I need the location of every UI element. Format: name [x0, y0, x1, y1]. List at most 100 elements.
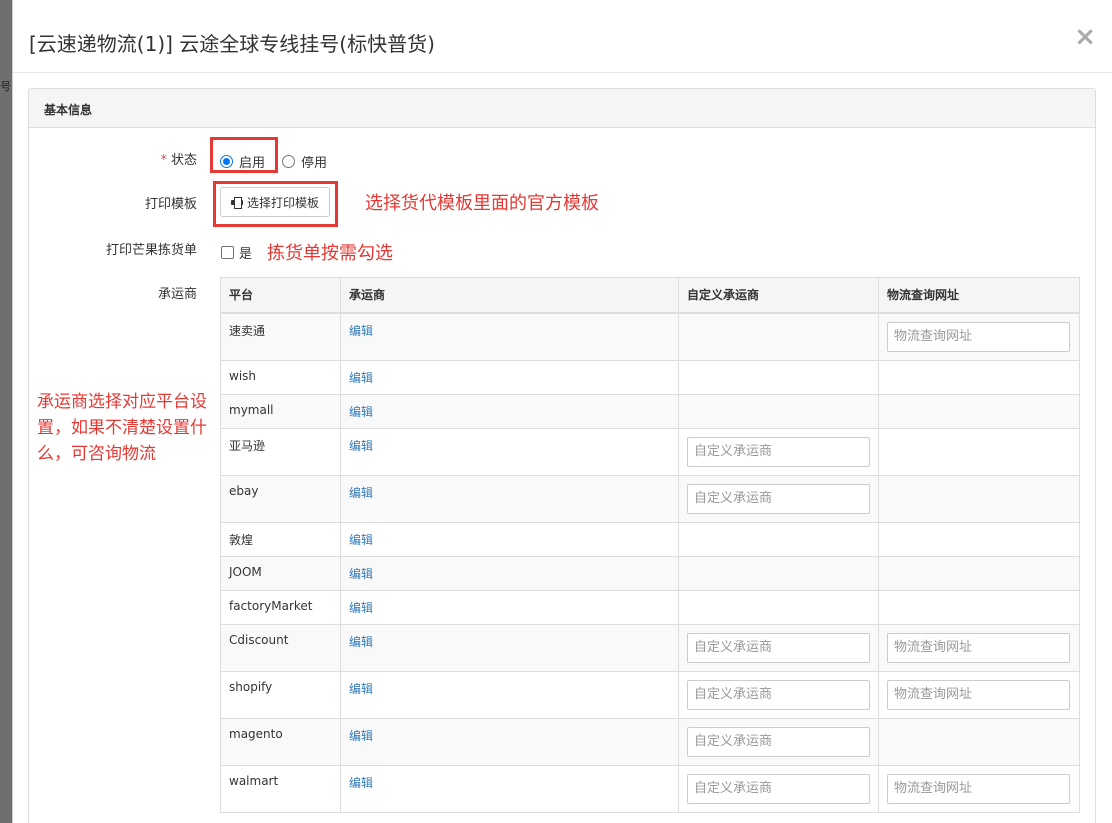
table-row: ebay 编辑 — [220, 474, 1080, 523]
tracking-url-cell — [878, 555, 1080, 591]
panel-heading: 基本信息 — [29, 89, 1095, 128]
custom-carrier-input[interactable] — [687, 483, 870, 514]
table-row: JOOM 编辑 — [220, 555, 1080, 591]
carrier-cell: 编辑 — [340, 623, 679, 672]
platform-cell: 速卖通 — [220, 312, 341, 361]
platform-cell: 敦煌 — [220, 521, 341, 557]
custom-carrier-cell — [678, 764, 879, 813]
table-row: shopify 编辑 — [220, 670, 1080, 719]
platform-cell: magento — [220, 717, 341, 766]
table-row: 亚马逊 编辑 — [220, 427, 1080, 476]
edit-carrier-link[interactable]: 编辑 — [349, 682, 373, 696]
tracking-url-cell — [878, 717, 1080, 766]
mango-checkbox[interactable]: 是 — [221, 243, 252, 262]
table-row: wish 编辑 — [220, 359, 1080, 395]
custom-carrier-input[interactable] — [687, 679, 870, 710]
tracking-url-input[interactable] — [887, 632, 1070, 663]
template-annotation: 选择货代模板里面的官方模板 — [365, 193, 599, 214]
status-enabled-label: 启用 — [239, 156, 266, 171]
custom-carrier-cell — [678, 670, 879, 719]
custom-carrier-cell — [678, 555, 879, 591]
table-row: 速卖通 编辑 — [220, 312, 1080, 361]
carrier-cell: 编辑 — [340, 359, 679, 395]
edit-carrier-link[interactable]: 编辑 — [349, 601, 373, 615]
table-row: Cdiscount 编辑 — [220, 623, 1080, 672]
mango-label: 打印芒果拣货单 — [105, 243, 197, 258]
platform-cell: mymall — [220, 393, 341, 429]
checkbox-icon — [221, 246, 234, 259]
edit-carrier-link[interactable]: 编辑 — [349, 439, 373, 453]
select-template-button-label: 选择打印模板 — [247, 195, 320, 210]
platform-cell: ebay — [220, 474, 341, 523]
radio-unchecked-icon — [282, 155, 295, 168]
carrier-cell: 编辑 — [340, 717, 679, 766]
platform-cell: shopify — [220, 670, 341, 719]
carrier-cell: 编辑 — [340, 474, 679, 523]
tracking-url-input[interactable] — [887, 321, 1070, 352]
tracking-url-cell — [878, 474, 1080, 523]
status-label-text: 状态 — [170, 153, 197, 168]
tracking-url-input[interactable] — [887, 773, 1070, 804]
edit-carrier-link[interactable]: 编辑 — [349, 635, 373, 649]
tracking-url-cell — [878, 670, 1080, 719]
edit-carrier-link[interactable]: 编辑 — [349, 405, 373, 419]
custom-carrier-cell — [678, 589, 879, 625]
custom-carrier-input[interactable] — [687, 632, 870, 663]
col-tracking-url: 物流查询网址 — [878, 277, 1080, 314]
carrier-table-body: 速卖通编辑wish编辑mymall编辑亚马逊编辑ebay编辑敦煌编辑JOOM编辑… — [220, 312, 1080, 813]
platform-cell: walmart — [220, 764, 341, 813]
carrier-cell: 编辑 — [340, 521, 679, 557]
edit-carrier-link[interactable]: 编辑 — [349, 371, 373, 385]
carrier-cell: 编辑 — [340, 555, 679, 591]
tracking-url-input[interactable] — [887, 679, 1070, 710]
custom-carrier-cell — [678, 521, 879, 557]
carrier-cell: 编辑 — [340, 670, 679, 719]
printer-icon — [231, 197, 243, 209]
custom-carrier-input[interactable] — [687, 726, 870, 757]
carrier-cell: 编辑 — [340, 312, 679, 361]
custom-carrier-input[interactable] — [687, 773, 870, 804]
radio-checked-icon — [220, 155, 233, 168]
carrier-annotation: 承运商选择对应平台设置，如果不清楚设置什么，可咨询物流 — [37, 392, 207, 464]
table-row: magento 编辑 — [220, 717, 1080, 766]
col-carrier: 承运商 — [340, 277, 679, 314]
edit-carrier-link[interactable]: 编辑 — [349, 324, 373, 338]
tracking-url-cell — [878, 393, 1080, 429]
col-custom-carrier: 自定义承运商 — [678, 277, 879, 314]
edit-carrier-link[interactable]: 编辑 — [349, 729, 373, 743]
template-label: 打印模板 — [144, 197, 197, 212]
carrier-cell: 编辑 — [340, 393, 679, 429]
custom-carrier-input[interactable] — [687, 436, 870, 467]
table-row: walmart 编辑 — [220, 764, 1080, 813]
platform-cell: 亚马逊 — [220, 427, 341, 476]
modal-header: [云速递物流(1)] 云途全球专线挂号(标快普货) × — [13, 0, 1112, 73]
status-disabled-label: 停用 — [301, 156, 328, 171]
tracking-url-cell — [878, 427, 1080, 476]
status-enabled-radio[interactable]: 启用 — [220, 152, 265, 171]
tracking-url-cell — [878, 764, 1080, 813]
custom-carrier-cell — [678, 393, 879, 429]
select-template-button[interactable]: 选择打印模板 — [220, 187, 331, 217]
table-row: 敦煌 编辑 — [220, 521, 1080, 557]
picking-annotation: 拣货单按需勾选 — [267, 243, 393, 264]
table-row: mymall 编辑 — [220, 393, 1080, 429]
modal-title: [云速递物流(1)] 云途全球专线挂号(标快普货) — [29, 32, 435, 56]
custom-carrier-cell — [678, 427, 879, 476]
carrier-cell: 编辑 — [340, 589, 679, 625]
close-icon[interactable]: × — [1074, 24, 1096, 50]
custom-carrier-cell — [678, 717, 879, 766]
edit-carrier-link[interactable]: 编辑 — [349, 533, 373, 547]
custom-carrier-cell — [678, 312, 879, 361]
col-platform: 平台 — [220, 277, 341, 314]
status-label: * 状态 — [57, 149, 197, 168]
edit-carrier-link[interactable]: 编辑 — [349, 776, 373, 790]
custom-carrier-cell — [678, 359, 879, 395]
platform-cell: JOOM — [220, 555, 341, 591]
edit-carrier-link[interactable]: 编辑 — [349, 486, 373, 500]
status-disabled-radio[interactable]: 停用 — [282, 152, 327, 171]
platform-cell: wish — [220, 359, 341, 395]
custom-carrier-cell — [678, 623, 879, 672]
edit-carrier-link[interactable]: 编辑 — [349, 567, 373, 581]
carrier-cell: 编辑 — [340, 427, 679, 476]
tracking-url-cell — [878, 623, 1080, 672]
